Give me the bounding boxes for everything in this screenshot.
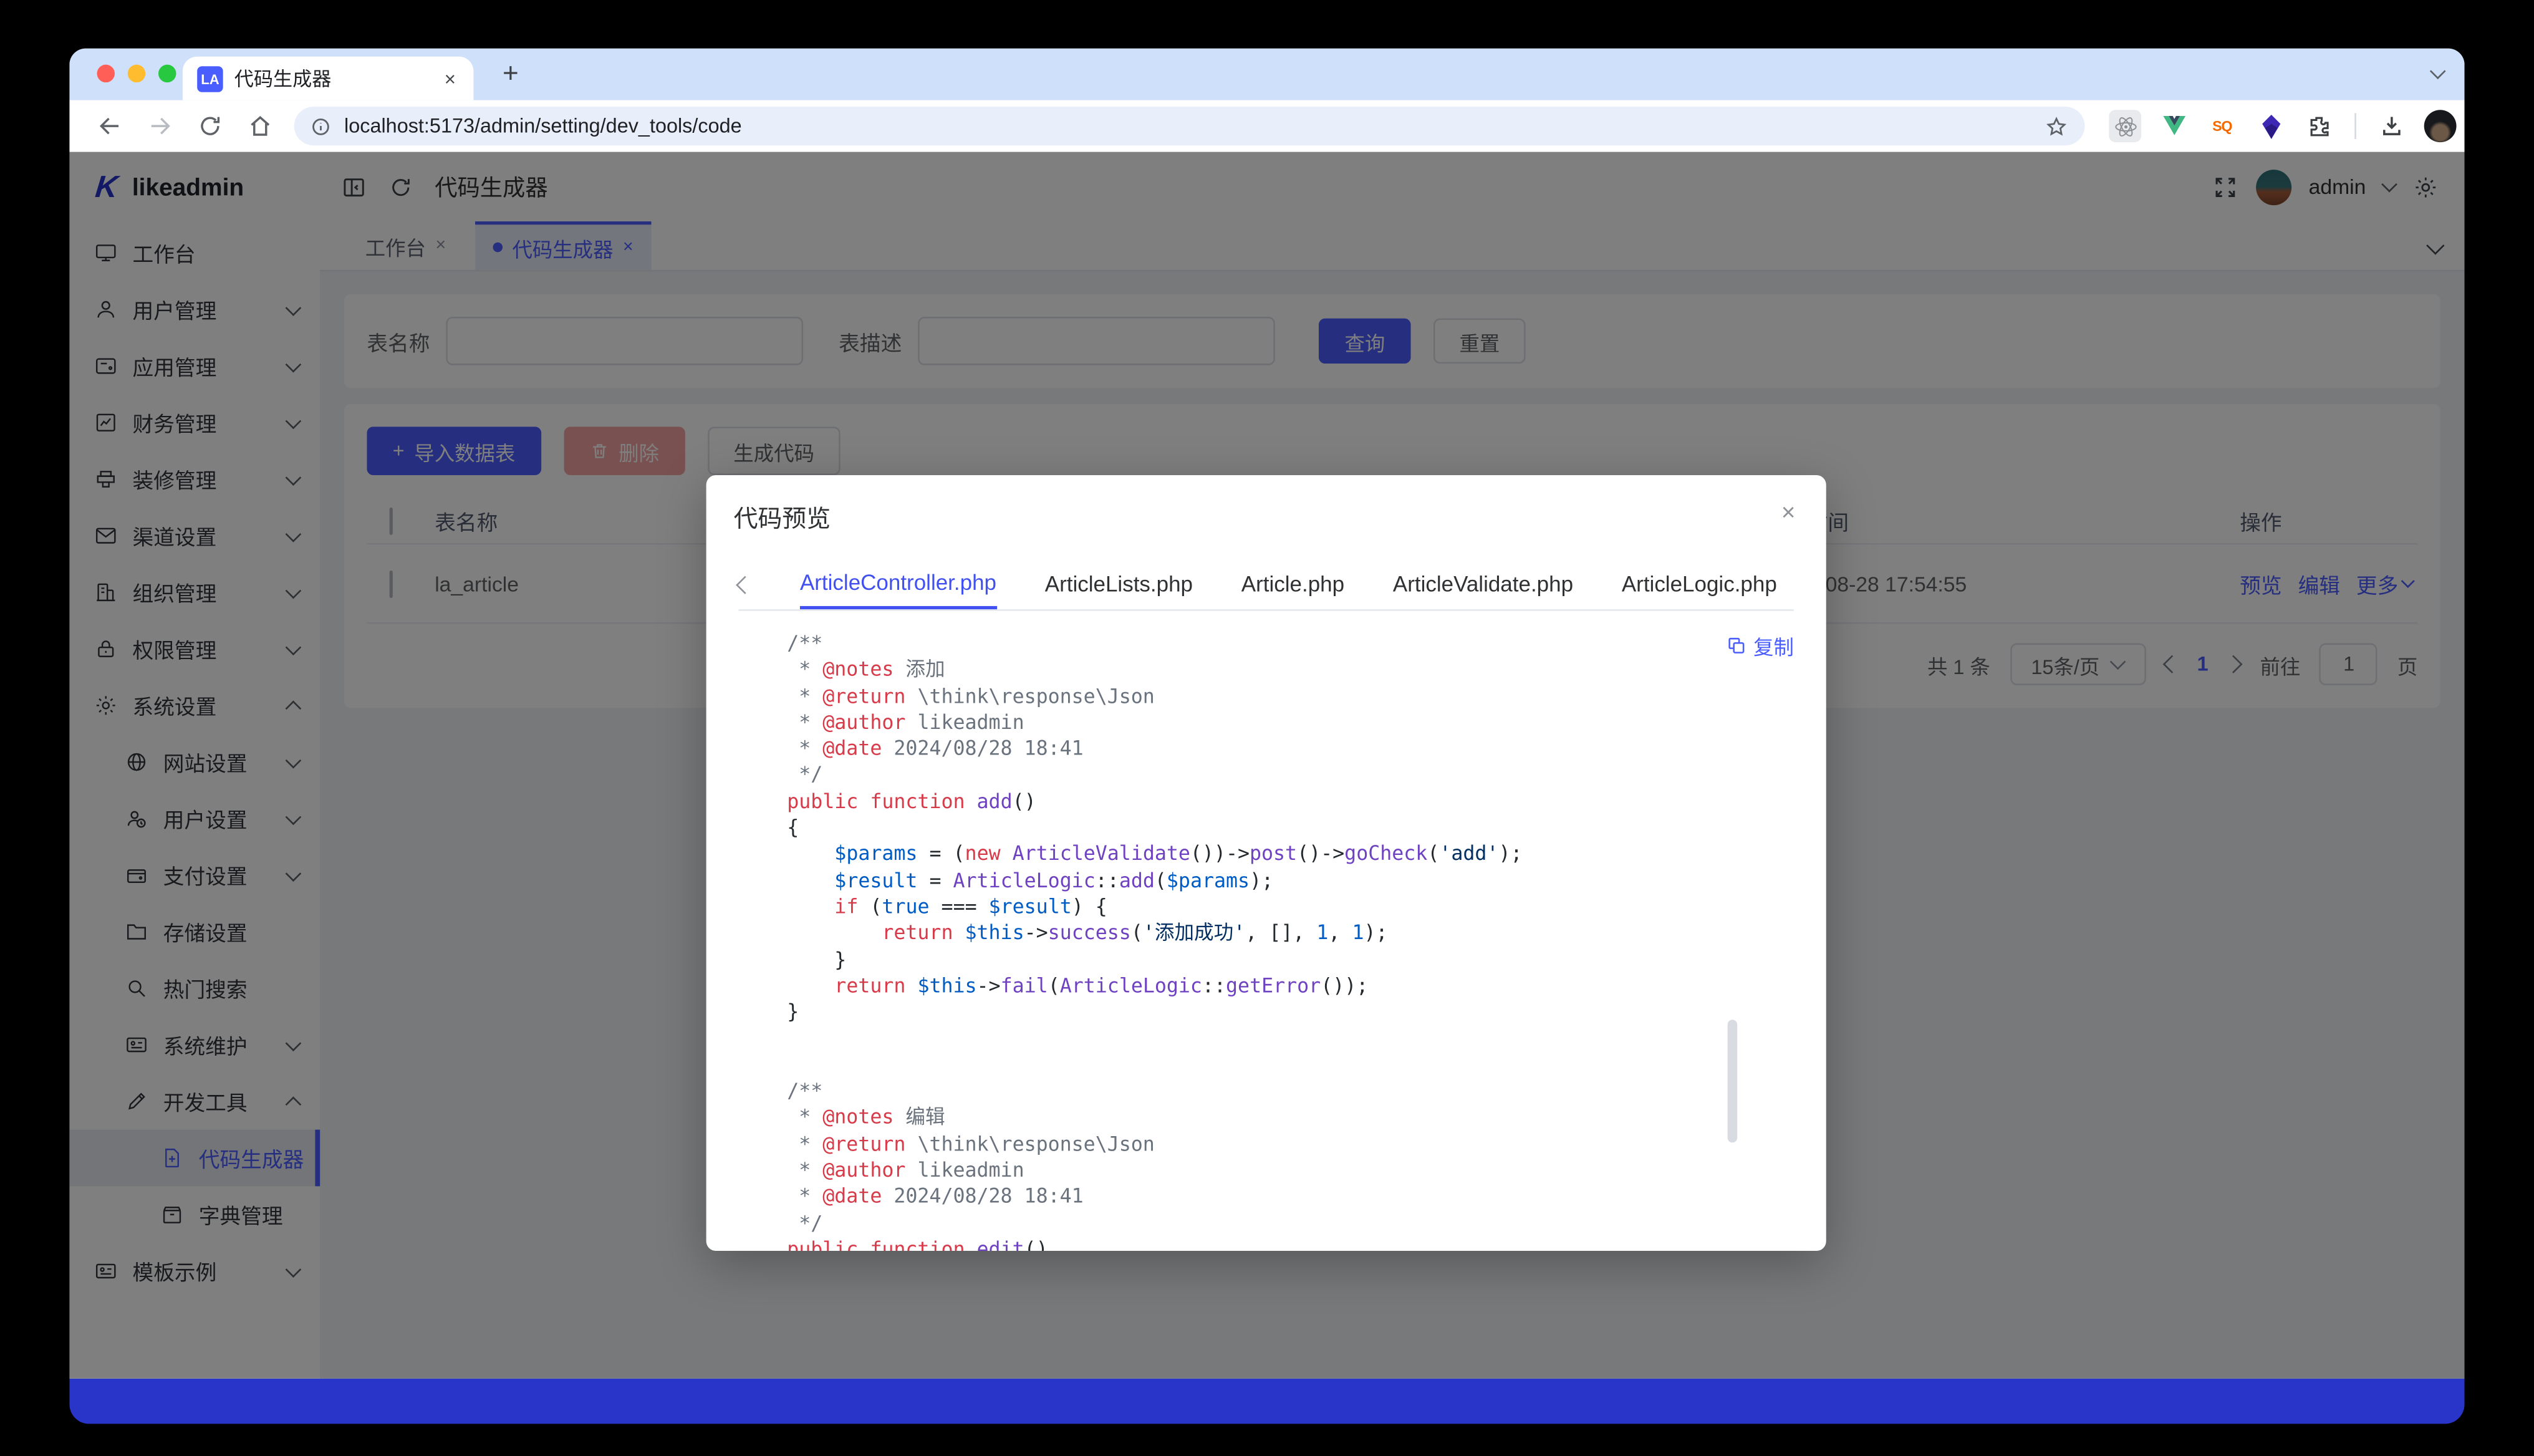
maximize-window-button[interactable] <box>158 65 176 83</box>
code-preview-modal: 代码预览 × ArticleController.php ArticleLists… <box>706 475 1826 1251</box>
file-tab-ArticleLists.php[interactable]: ArticleLists.php <box>1045 559 1193 609</box>
address-bar[interactable]: localhost:5173/admin/setting/dev_tools/c… <box>294 107 2085 145</box>
code-line: } <box>787 947 1794 973</box>
code-line: * @author likeadmin <box>787 1157 1794 1184</box>
code-line: if (true === $result) { <box>787 894 1794 920</box>
file-tab-ArticleValidate.php[interactable]: ArticleValidate.php <box>1393 559 1573 609</box>
browser-tab[interactable]: LA 代码生成器 × <box>183 57 474 100</box>
code-line: * @notes 编辑 <box>787 1104 1794 1131</box>
modal-close-icon[interactable]: × <box>1775 496 1801 530</box>
home-icon[interactable] <box>239 105 281 147</box>
forward-icon[interactable] <box>139 105 181 147</box>
browser-toolbar: localhost:5173/admin/setting/dev_tools/c… <box>69 100 2464 152</box>
vue-devtools-icon[interactable] <box>2157 110 2190 142</box>
tabs-scroll-left-icon[interactable] <box>736 575 754 593</box>
background-window-bar <box>69 1379 2464 1424</box>
code-line: */ <box>787 762 1794 788</box>
macos-traffic-lights[interactable] <box>97 65 176 83</box>
code-line: */ <box>787 1210 1794 1236</box>
code-line: $result = ArticleLogic::add($params); <box>787 867 1794 894</box>
code-line: * @return \think\response\Json <box>787 683 1794 709</box>
file-tab-list: ArticleController.php ArticleLists.php Art… <box>800 559 1826 609</box>
bookmark-star-icon[interactable] <box>2045 114 2069 138</box>
code-line: return $this->success('添加成功', [], 1, 1); <box>787 920 1794 946</box>
file-tab-ArticleController.php[interactable]: ArticleController.php <box>800 559 996 609</box>
new-tab-button[interactable]: + <box>493 55 528 94</box>
close-window-button[interactable] <box>97 65 115 83</box>
browser-window: LA 代码生成器 × + localhost:5173/admin/settin… <box>69 49 2464 1379</box>
file-tab-Article.php[interactable]: Article.php <box>1241 559 1344 609</box>
extension-icons: SQ <box>2109 110 2464 142</box>
code-block: /** * @notes 添加 * @return \think\respons… <box>706 611 1826 1251</box>
code-line: * @date 2024/08/28 18:41 <box>787 736 1794 762</box>
code-line: * @author likeadmin <box>787 710 1794 736</box>
sq-extension-icon[interactable]: SQ <box>2206 110 2238 142</box>
code-line: } <box>787 999 1794 1025</box>
code-line: { <box>787 814 1794 841</box>
code-viewport[interactable]: /** * @notes 添加 * @return \think\respons… <box>706 611 1826 1251</box>
code-line: public function add() <box>787 788 1794 814</box>
downloads-icon[interactable] <box>2376 110 2408 142</box>
screenshot-stage: LA 代码生成器 × + localhost:5173/admin/settin… <box>0 0 2534 1456</box>
code-line <box>787 1025 1794 1051</box>
browser-profile-avatar[interactable] <box>2424 110 2457 142</box>
info-icon[interactable] <box>311 115 332 137</box>
file-tab-ArticleLogic.php[interactable]: ArticleLogic.php <box>1622 559 1777 609</box>
tab-search-icon[interactable] <box>2432 68 2444 79</box>
code-line: $params = (new ArticleValidate())->post(… <box>787 841 1794 867</box>
code-line: /** <box>787 630 1794 657</box>
toolbar-separator <box>2354 113 2356 138</box>
code-line <box>787 1052 1794 1078</box>
diamond-extension-icon[interactable] <box>2255 110 2287 142</box>
code-line: return $this->fail(ArticleLogic::getErro… <box>787 973 1794 999</box>
browser-tabstrip: LA 代码生成器 × + <box>69 49 2464 100</box>
minimize-window-button[interactable] <box>128 65 146 83</box>
copy-code-button[interactable]: 复制 <box>1726 630 1794 661</box>
favicon: LA <box>197 65 223 91</box>
app-page: K likeadmin 工作台用户管理应用管理财务管理装修管理渠道设置组织管理权… <box>69 152 2464 1379</box>
reload-icon[interactable] <box>189 105 231 147</box>
code-file-tabs: ArticleController.php ArticleLists.php Art… <box>738 559 1793 611</box>
code-line: /** <box>787 1078 1794 1104</box>
code-line: * @return \think\response\Json <box>787 1131 1794 1157</box>
code-line: * @date 2024/08/28 18:41 <box>787 1184 1794 1210</box>
modal-title: 代码预览 <box>734 501 831 534</box>
browser-tab-title: 代码生成器 <box>234 65 441 92</box>
back-icon[interactable] <box>89 105 131 147</box>
tab-close-icon[interactable]: × <box>441 67 460 90</box>
extensions-puzzle-icon[interactable] <box>2303 110 2335 142</box>
url-text[interactable]: localhost:5173/admin/setting/dev_tools/c… <box>344 115 2045 137</box>
code-scrollbar[interactable] <box>1728 1020 1738 1142</box>
copy-icon <box>1726 635 1747 657</box>
code-line: public function edit() <box>787 1236 1794 1251</box>
code-line: * @notes 添加 <box>787 657 1794 683</box>
react-devtools-icon[interactable] <box>2109 110 2141 142</box>
